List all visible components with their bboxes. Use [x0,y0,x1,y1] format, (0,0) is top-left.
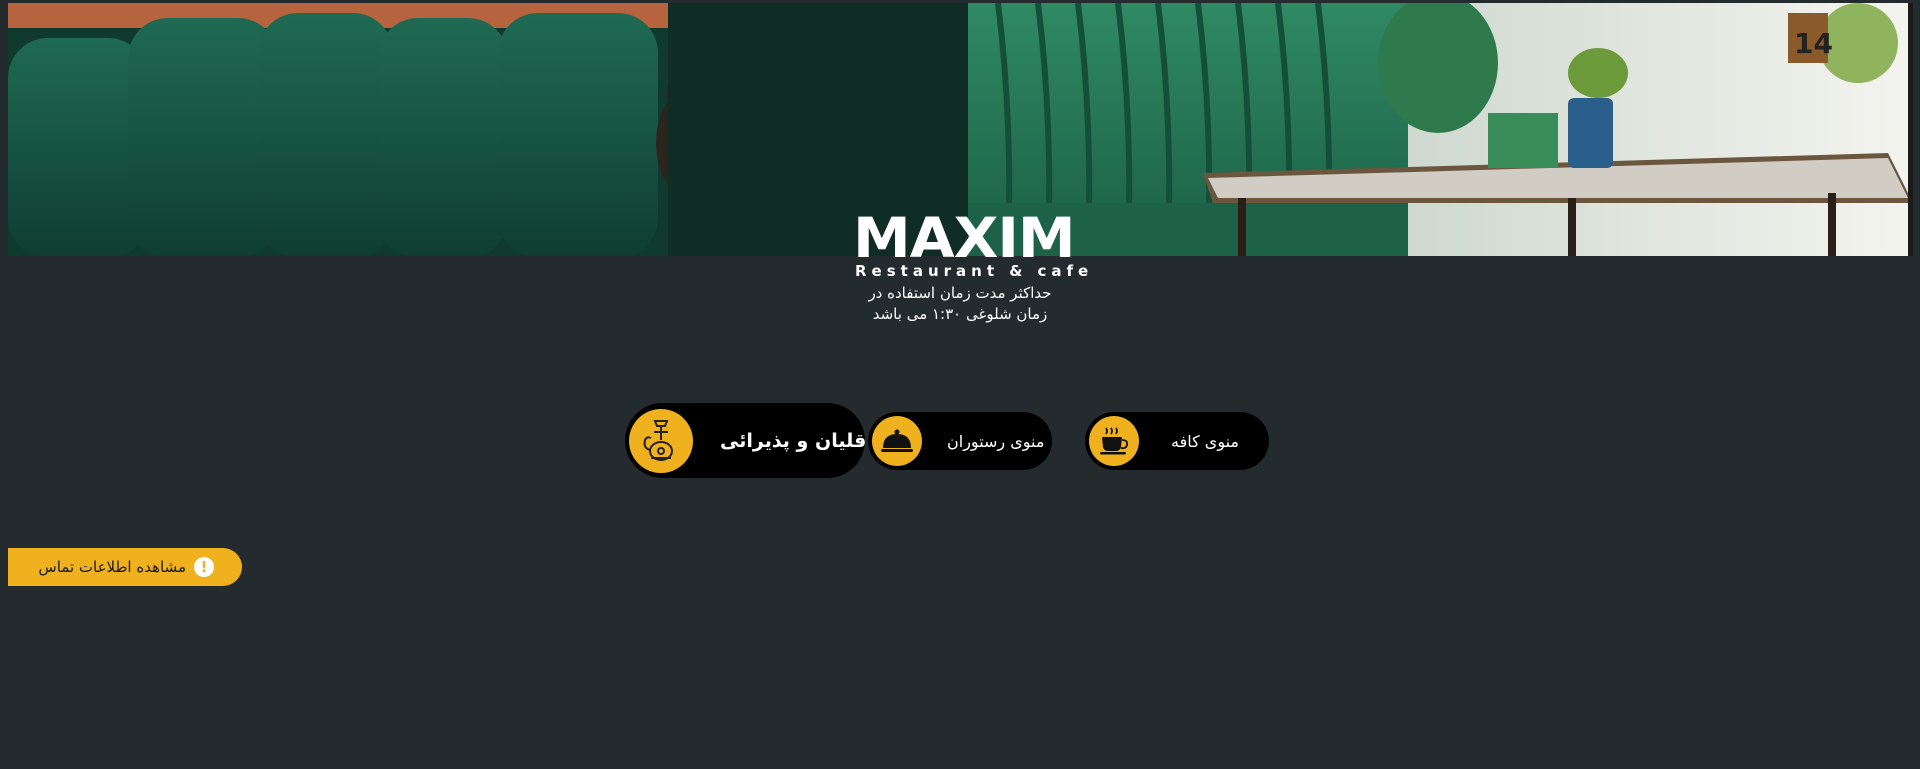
restaurant-menu-label: منوی رستوران [947,431,1045,451]
exclamation-icon: ! [194,557,214,577]
view-contact-info-button[interactable]: مشاهده اطلاعات تماس ! [8,548,242,586]
restaurant-icon-circle [872,416,922,466]
cafe-menu-button[interactable]: منوی کافه [1085,412,1269,470]
notice-line-2: زمان شلوغی ۱:۳۰ می باشد [872,305,1048,323]
hookah-icon [643,419,673,461]
page: 14 MAXIM Restaurant & cafe حداکثر مدت زم… [0,0,1920,769]
logo: MAXIM Restaurant & cafe [853,205,1088,280]
logo-wordmark: MAXIM [853,205,1076,271]
coffee-cup-icon [1100,427,1129,455]
restaurant-menu-button[interactable]: منوی رستوران [868,412,1052,470]
hookah-menu-label: قلیان و پذیرائی [720,429,867,452]
contact-button-label: مشاهده اطلاعات تماس [38,558,186,576]
cafe-menu-label: منوی کافه [1171,431,1239,451]
hookah-menu-button[interactable]: قلیان و پذیرائی [625,403,867,478]
svg-text:14: 14 [1794,27,1833,60]
notice-line-1: حداکثر مدت زمان استفاده در [868,284,1052,302]
cafe-icon-circle [1089,416,1139,466]
hookah-icon-circle [629,408,693,473]
usage-notice: حداکثر مدت زمان استفاده در زمان شلوغی ۱:… [820,283,1100,325]
food-cloche-icon [881,429,913,452]
